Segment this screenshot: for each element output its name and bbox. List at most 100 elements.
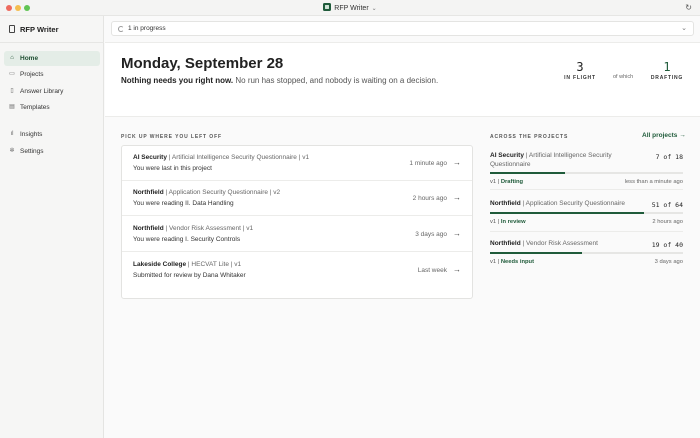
of-which-label: of which [613,74,634,80]
brand: RFP Writer [9,25,58,34]
sidebar-item-answer-library[interactable]: ▯ Answer Library [4,84,100,99]
document-icon [9,25,15,33]
home-icon: ⌂ [10,55,14,61]
gear-icon: ✲ [9,148,15,154]
project-title: Northfield | Application Security Questi… [490,200,640,209]
project-progress-count: 51 of 64 [651,201,683,209]
project-summary[interactable]: Northfield | Application Security Questi… [490,200,683,232]
arrow-right-icon[interactable]: → [453,158,461,167]
across-section-label: ACROSS THE PROJECTS [490,134,569,140]
project-progress-fill [490,252,582,254]
home-header: Monday, September 28 Nothing needs you r… [105,42,700,117]
arrow-right-icon[interactable]: → [453,193,461,202]
project-title: AI Security | Artificial Intelligence Se… [490,152,630,169]
recent-item-detail: | Application Security Questionnaire | v… [163,189,281,196]
recent-item[interactable]: AI Security | Artificial Intelligence Se… [122,146,472,181]
recent-item-detail: | HECVAT Lite | v1 [186,261,242,268]
project-summary[interactable]: Northfield | Vendor Risk Assessment 19 o… [490,240,683,272]
status-summary-bold: Nothing needs you right now. [121,76,234,85]
drafting-stat: 1 DRAFTING [647,60,687,81]
chevron-down-icon: ⌄ [371,6,377,12]
project-progress-bar [490,252,683,254]
sidebar: RFP Writer ⌂ Home ▭ Projects ▯ Answer Libra… [0,16,104,438]
window-titlebar: RFP Writer ⌄ ↻ [0,0,700,16]
project-status: v1 | Drafting [490,179,523,185]
project-progress-fill [490,172,566,174]
home-content: PICK UP WHERE YOU LEFT OFF AI Security |… [105,117,700,438]
status-summary: Nothing needs you right now. No run has … [121,76,438,85]
sidebar-item-label: Home [20,55,39,62]
all-projects-link[interactable]: All projects → [642,132,686,139]
status-badge: Needs input [500,259,535,265]
in-progress-label: 1 in progress [128,25,166,32]
divider [0,42,104,43]
sidebar-item-projects[interactable]: ▭ Projects [4,67,100,82]
status-summary-rest: No run has stopped, and nobody is waitin… [233,76,439,85]
page-title: Monday, September 28 [121,55,284,72]
recent-list: AI Security | Artificial Intelligence Se… [121,145,473,299]
recent-item-note: You were reading II. Data Handling [133,200,234,207]
project-status: v1 | In review [490,219,526,225]
project-detail: | Vendor Risk Assessment [520,240,598,247]
in-flight-stat: 3 IN FLIGHT [560,60,600,81]
recent-item[interactable]: Northfield | Application Security Questi… [122,181,472,216]
recent-item-note: Submitted for review by Dana Whitaker [133,272,246,279]
recent-item-title: Northfield | Application Security Questi… [133,189,280,196]
status-badge: In review [500,219,526,225]
arrow-right-icon[interactable]: → [453,229,461,238]
project-client: Northfield [490,200,521,207]
recent-item-title: Lakeside College | HECVAT Lite | v1 [133,261,241,268]
sidebar-item-settings[interactable]: ✲ Settings [4,144,100,159]
refresh-icon[interactable]: ↻ [685,3,692,12]
chevron-down-icon[interactable]: ⌄ [681,24,687,32]
folder-icon: ▭ [9,71,15,77]
sidebar-item-label: Settings [20,148,44,155]
status-badge: Drafting [500,179,524,185]
arrow-right-icon[interactable]: → [453,265,461,274]
spinner-icon [118,26,124,32]
recent-item-title: Northfield | Vendor Risk Assessment | v1 [133,225,253,232]
recent-item[interactable]: Northfield | Vendor Risk Assessment | v1… [122,217,472,252]
project-time: 3 days ago [654,259,683,265]
recent-item-client: AI Security [133,154,167,161]
recent-item-time: 3 days ago [415,231,447,238]
in-flight-count: 3 [576,60,584,74]
brand-name: RFP Writer [20,25,59,34]
project-version: v1 | [490,259,501,265]
recent-item-time: Last week [417,267,447,274]
project-progress-count: 7 of 18 [655,153,683,161]
project-progress-bar [490,212,683,214]
project-client: Northfield [490,240,521,247]
project-progress-count: 19 of 40 [651,241,683,249]
project-progress-fill [490,212,645,214]
recent-item-detail: | Artificial Intelligence Security Quest… [166,154,310,161]
in-progress-banner[interactable]: 1 in progress ⌄ [111,21,694,36]
recent-section-label: PICK UP WHERE YOU LEFT OFF [121,134,222,140]
project-time: 2 hours ago [652,219,683,225]
recent-item-title: AI Security | Artificial Intelligence Se… [133,154,309,161]
recent-item-client: Northfield [133,189,164,196]
sidebar-item-label: Insights [20,131,43,138]
project-status: v1 | Needs input [490,259,534,265]
project-summary[interactable]: AI Security | Artificial Intelligence Se… [490,152,683,190]
window-title: RFP Writer [334,5,369,12]
project-version: v1 | [490,219,501,225]
sidebar-item-insights[interactable]: ıl Insights [4,127,100,142]
drafting-count: 1 [663,60,671,74]
window-title-switcher[interactable]: RFP Writer ⌄ [0,3,700,12]
recent-item-time: 2 hours ago [412,195,447,202]
sidebar-item-home[interactable]: ⌂ Home [4,51,100,66]
project-version: v1 | [490,179,501,185]
recent-item[interactable]: Lakeside College | HECVAT Lite | v1 Subm… [122,253,472,288]
recent-item-client: Lakeside College [133,261,187,268]
app-icon [323,3,332,11]
in-flight-label: IN FLIGHT [564,75,596,81]
project-detail: | Application Security Questionnaire [520,200,626,207]
project-client: AI Security [490,152,524,159]
main-area: 1 in progress ⌄ Monday, September 28 Not… [105,16,700,438]
project-progress-bar [490,172,683,174]
recent-item-note: You were reading I. Security Controls [133,236,241,243]
sidebar-item-templates[interactable]: ▤ Templates [4,100,100,115]
recent-item-client: Northfield [133,225,164,232]
sidebar-item-label: Templates [20,104,50,111]
